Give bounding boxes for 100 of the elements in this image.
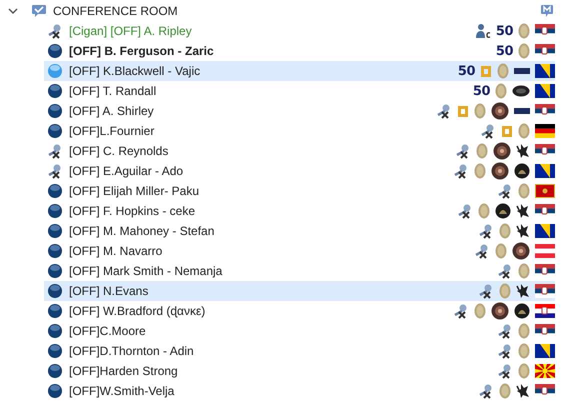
oval-emblem-icon xyxy=(512,85,530,97)
client-name: [OFF]Harden Strong xyxy=(69,364,179,378)
client-row[interactable]: [OFF] E.Aguilar - Ado xyxy=(44,161,555,181)
client-name: [OFF] Mark Smith - Nemanja xyxy=(69,264,224,278)
chevron-icon[interactable] xyxy=(8,6,18,16)
client-row[interactable]: [OFF] A. Shirley xyxy=(44,101,555,121)
client-row[interactable]: [OFF] B. Ferguson - Zaric 50 xyxy=(44,41,555,61)
client-row[interactable]: [OFF]L.Fournier xyxy=(44,121,555,141)
coin-icon xyxy=(499,223,511,239)
client-name: [OFF] F. Hopkins - ceke xyxy=(69,204,196,218)
coin-icon xyxy=(518,23,530,39)
dark-emblem-icon xyxy=(495,203,511,219)
coin-icon xyxy=(497,63,509,79)
coin-icon xyxy=(518,43,530,59)
coin-icon xyxy=(518,123,530,139)
level-label: 50 xyxy=(496,44,513,58)
client-row[interactable]: [OFF]Harden Strong xyxy=(44,361,555,381)
round-medal-icon xyxy=(491,102,509,120)
round-medal-icon xyxy=(491,162,509,180)
flag-icon xyxy=(535,284,555,298)
client-name: [OFF]W.Smith-Velja xyxy=(69,384,176,398)
level-label: 50 xyxy=(472,84,490,98)
client-row[interactable]: [OFF]C.Moore xyxy=(44,321,555,341)
flag-icon xyxy=(535,84,555,98)
muted-microphone-icon xyxy=(455,143,471,159)
coin-icon xyxy=(518,363,530,379)
status-ball-icon xyxy=(47,83,63,99)
status-ball-icon xyxy=(47,263,63,279)
flag-icon xyxy=(535,364,555,378)
coin-icon xyxy=(474,303,486,319)
client-name: [OFF]C.Moore xyxy=(69,324,147,338)
client-row[interactable]: [OFF] W.Bradford (ɖανκε) xyxy=(44,301,555,321)
level-label: 50 xyxy=(496,24,513,38)
level-label: 50 xyxy=(458,64,475,78)
client-row[interactable]: [OFF]D.Thornton - Adin xyxy=(44,341,555,361)
coin-icon xyxy=(474,163,486,179)
status-ball-icon xyxy=(47,323,63,339)
client-row[interactable]: [OFF] N.Evans xyxy=(44,281,555,301)
bar-icon xyxy=(514,67,530,75)
client-row[interactable]: [OFF] K.Blackwell - Vajic 50 xyxy=(44,61,555,81)
muted-microphone-icon xyxy=(453,303,469,319)
round-medal-icon xyxy=(512,242,530,260)
muted-microphone-icon xyxy=(480,123,496,139)
status-ball-icon xyxy=(47,303,63,319)
flag-icon xyxy=(535,124,555,138)
client-name: [OFF] M. Navarro xyxy=(69,244,164,258)
coin-icon xyxy=(474,103,486,119)
coin-icon xyxy=(499,383,511,399)
status-ball-icon xyxy=(47,123,63,139)
round-medal-icon xyxy=(493,142,511,160)
muted-microphone-icon xyxy=(47,143,63,159)
client-row[interactable]: [OFF] F. Hopkins - ceke xyxy=(44,201,555,221)
client-name: [OFF] E.Aguilar - Ado xyxy=(69,164,184,178)
coin-icon xyxy=(518,183,530,199)
status-ball-icon xyxy=(47,383,63,399)
muted-microphone-icon xyxy=(47,163,63,179)
coin-icon xyxy=(518,263,530,279)
muted-microphone-icon xyxy=(497,263,513,279)
client-row[interactable]: [OFF] Mark Smith - Nemanja xyxy=(44,261,555,281)
dark-emblem-icon xyxy=(514,163,530,179)
client-row[interactable]: [OFF] M. Mahoney - Stefan xyxy=(44,221,555,241)
client-name: [OFF] N.Evans xyxy=(69,284,150,298)
flag-icon xyxy=(535,304,555,318)
flag-icon xyxy=(535,224,555,238)
person-icon xyxy=(474,23,491,39)
muted-microphone-icon xyxy=(478,223,494,239)
muted-microphone-icon xyxy=(497,183,513,199)
chat-bubble-icon xyxy=(540,4,554,18)
client-row[interactable]: [OFF]W.Smith-Velja xyxy=(44,381,555,401)
muted-microphone-icon xyxy=(497,343,513,359)
client-name: [OFF] K.Blackwell - Vajic xyxy=(69,64,202,78)
flag-icon xyxy=(535,344,555,358)
channel-name[interactable]: CONFERENCE ROOM xyxy=(53,4,540,18)
muted-microphone-icon xyxy=(47,23,63,39)
coin-icon xyxy=(499,283,511,299)
client-row[interactable]: [OFF] M. Navarro xyxy=(44,241,555,261)
status-ball-icon xyxy=(47,103,63,119)
muted-microphone-icon xyxy=(474,243,490,259)
status-ball-icon xyxy=(47,243,63,259)
flag-icon xyxy=(535,244,555,258)
flag-icon xyxy=(535,184,555,198)
client-row[interactable]: [OFF] Elijah Miller- Paku xyxy=(44,181,555,201)
muted-microphone-icon xyxy=(497,363,513,379)
client-name: [OFF]D.Thornton - Adin xyxy=(69,344,195,358)
muted-microphone-icon xyxy=(457,203,473,219)
client-name: [OFF] W.Bradford (ɖανκε) xyxy=(69,304,206,318)
muted-microphone-icon xyxy=(478,283,494,299)
flag-icon xyxy=(535,164,555,178)
client-name: [OFF] C. Reynolds xyxy=(69,144,170,158)
flag-icon xyxy=(535,64,555,78)
coin-icon xyxy=(478,203,490,219)
coin-icon xyxy=(476,143,488,159)
client-row[interactable]: [OFF] T. Randall 50 xyxy=(44,81,555,101)
muted-microphone-icon xyxy=(478,383,494,399)
bar-icon xyxy=(514,107,530,115)
muted-microphone-icon xyxy=(436,103,452,119)
client-name: [OFF] B. Ferguson - Zaric xyxy=(69,44,215,58)
client-name: [OFF] A. Shirley xyxy=(69,104,155,118)
client-row[interactable]: [Cigan] [OFF] A. Ripley 50 xyxy=(44,21,555,41)
client-row[interactable]: [OFF] C. Reynolds xyxy=(44,141,555,161)
